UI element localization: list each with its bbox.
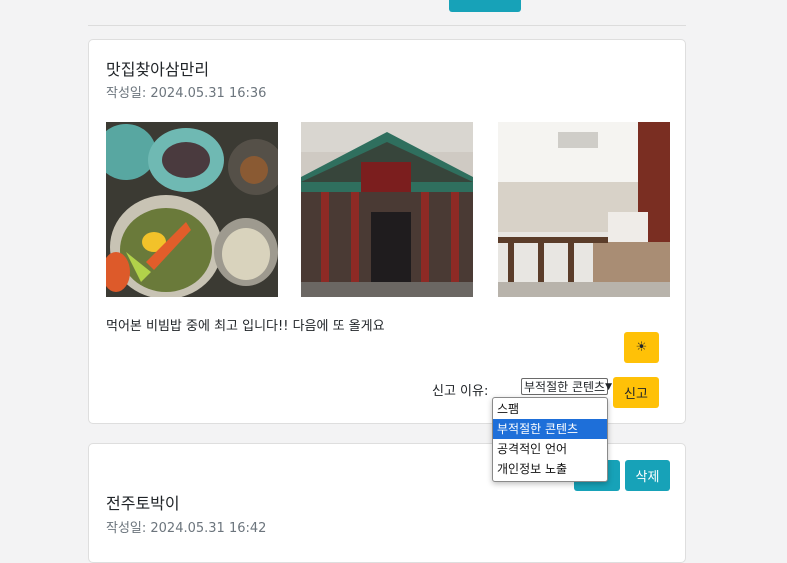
restaurant-exterior-photo[interactable]	[301, 122, 473, 297]
delete-button[interactable]: 삭제	[625, 460, 670, 491]
report-option-privacy[interactable]: 개인정보 노출	[493, 459, 607, 479]
report-reason-select[interactable]: 부적절한 콘텐츠 ▼	[521, 378, 612, 395]
report-option-spam[interactable]: 스팸	[493, 399, 607, 419]
report-button[interactable]: 신고	[613, 377, 659, 408]
top-action-button[interactable]	[449, 0, 521, 12]
review-title: 맛집찾아삼만리	[106, 60, 210, 79]
review-date: 작성일: 2024.05.31 16:36	[106, 86, 267, 101]
review-content: 먹어본 비빔밥 중에 최고 입니다!! 다음에 또 올게요	[106, 319, 385, 334]
report-selected-value: 부적절한 콘텐츠	[524, 379, 606, 394]
bibimbap-photo[interactable]	[106, 122, 278, 297]
chevron-down-icon: ▼	[605, 381, 613, 392]
review-title: 전주토박이	[106, 494, 180, 513]
report-option-offensive[interactable]: 공격적인 언어	[493, 439, 607, 459]
review-date: 작성일: 2024.05.31 16:42	[106, 521, 267, 536]
review-card: 맛집찾아삼만리 작성일: 2024.05.31 16:36 먹어본 비빔밥 중에…	[88, 39, 686, 424]
weather-toggle-button[interactable]: ☀	[624, 332, 659, 363]
restaurant-interior-photo[interactable]	[498, 122, 670, 297]
top-toolbar	[0, 0, 787, 14]
sun-icon: ☀	[635, 340, 648, 355]
divider	[88, 25, 686, 26]
report-reason-dropdown: 스팸 부적절한 콘텐츠 공격적인 언어 개인정보 노출	[492, 397, 608, 482]
report-reason-label: 신고 이유:	[432, 384, 489, 399]
report-option-inappropriate[interactable]: 부적절한 콘텐츠	[493, 419, 607, 439]
